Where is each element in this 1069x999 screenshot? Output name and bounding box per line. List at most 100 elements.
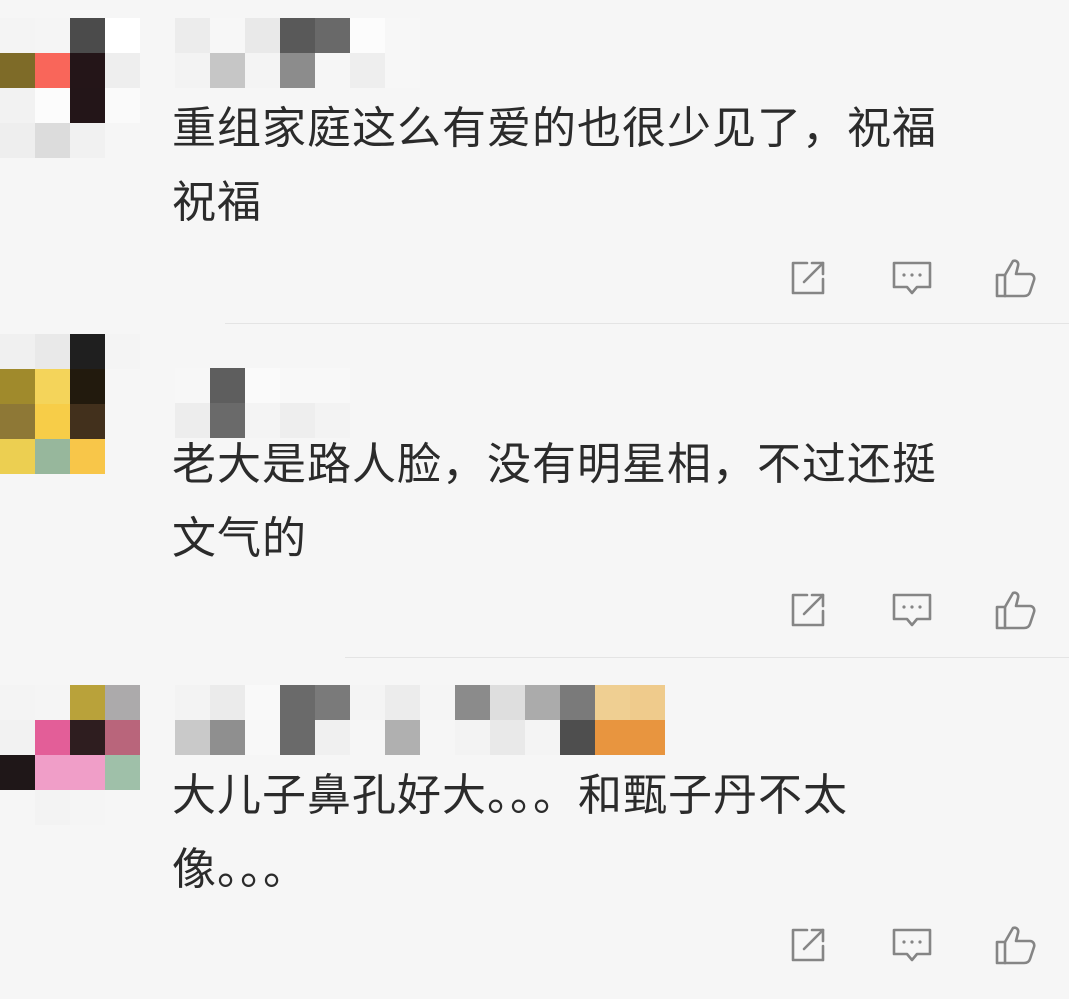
mosaic-cell: [70, 53, 105, 88]
mosaic-cell: [245, 18, 280, 53]
mosaic-cell: [245, 53, 280, 88]
comment-text-line-1: 重组家庭这么有爱的也很少见了，祝福: [172, 103, 937, 154]
comment-text-line-1: 老大是路人脸，没有明星相，不过还挺: [172, 439, 937, 490]
mosaic-cell: [560, 720, 595, 755]
reply-button[interactable]: [888, 254, 936, 302]
like-button[interactable]: [992, 254, 1040, 302]
mosaic-cell: [175, 53, 210, 88]
mosaic-cell: [525, 720, 560, 755]
mosaic-cell: [105, 123, 140, 158]
mosaic-cell: [280, 368, 315, 403]
mosaic-cell: [105, 720, 140, 755]
mosaic-cell: [560, 685, 595, 720]
mosaic-cell: [420, 685, 455, 720]
mosaic-cell: [0, 53, 35, 88]
mosaic-cell: [0, 439, 35, 474]
mosaic-cell: [70, 404, 105, 439]
mosaic-cell: [280, 18, 315, 53]
share-icon: [791, 261, 825, 295]
mosaic-cell: [35, 334, 70, 369]
mosaic-cell: [105, 334, 140, 369]
reply-icon: [892, 593, 932, 627]
mosaic-cell: [70, 755, 105, 790]
mosaic-cell: [315, 368, 350, 403]
mosaic-cell: [420, 720, 455, 755]
mosaic-cell: [0, 334, 35, 369]
comment-text: 大儿子鼻孔好大。。。和甄子丹不太 像。。。: [172, 759, 1052, 907]
mosaic-cell: [70, 790, 105, 825]
mosaic-cell: [210, 53, 245, 88]
mosaic-cell: [0, 790, 35, 825]
mosaic-cell: [385, 53, 420, 88]
mosaic-cell: [210, 18, 245, 53]
share-icon: [791, 593, 825, 627]
reply-button[interactable]: [888, 586, 936, 634]
mosaic-cell: [70, 88, 105, 123]
mosaic-cell: [35, 53, 70, 88]
mosaic-cell: [0, 685, 35, 720]
mosaic-cell: [350, 53, 385, 88]
mosaic-cell: [280, 685, 315, 720]
mosaic-cell: [490, 720, 525, 755]
thumbs-up-icon: [995, 259, 1036, 298]
comment-item: 重组家庭这么有爱的也很少见了，祝福 祝福: [0, 0, 1069, 325]
mosaic-cell: [105, 53, 140, 88]
share-icon: [791, 928, 825, 962]
divider: [345, 657, 1069, 658]
reply-button[interactable]: [888, 921, 936, 969]
like-button[interactable]: [992, 921, 1040, 969]
comment-text-line-2: 像。。。: [172, 844, 308, 895]
comment-feed: 重组家庭这么有爱的也很少见了，祝福 祝福 老大是路人脸，没有明星相，不过还挺 文…: [0, 0, 1069, 999]
mosaic-cell: [630, 685, 665, 720]
thumbs-up-icon: [995, 926, 1036, 965]
mosaic-cell: [105, 685, 140, 720]
share-button[interactable]: [784, 921, 832, 969]
username[interactable]: [175, 685, 665, 755]
mosaic-cell: [35, 404, 70, 439]
mosaic-cell: [0, 720, 35, 755]
mosaic-cell: [70, 18, 105, 53]
username[interactable]: [175, 18, 420, 88]
mosaic-cell: [245, 685, 280, 720]
mosaic-cell: [0, 18, 35, 53]
mosaic-cell: [70, 123, 105, 158]
mosaic-cell: [385, 720, 420, 755]
mosaic-cell: [35, 18, 70, 53]
mosaic-cell: [175, 685, 210, 720]
share-button[interactable]: [784, 254, 832, 302]
reply-icon: [892, 928, 932, 962]
mosaic-cell: [0, 755, 35, 790]
mosaic-cell: [210, 685, 245, 720]
mosaic-cell: [70, 685, 105, 720]
mosaic-cell: [0, 88, 35, 123]
mosaic-cell: [455, 720, 490, 755]
mosaic-cell: [70, 439, 105, 474]
mosaic-cell: [35, 790, 70, 825]
comment-text: 重组家庭这么有爱的也很少见了，祝福 祝福: [172, 92, 1052, 240]
mosaic-cell: [245, 368, 280, 403]
mosaic-cell: [0, 404, 35, 439]
mosaic-cell: [105, 790, 140, 825]
mosaic-cell: [35, 685, 70, 720]
avatar[interactable]: [0, 334, 140, 474]
divider: [225, 323, 1069, 324]
mosaic-cell: [105, 755, 140, 790]
comment-text-line-2: 文气的: [172, 513, 307, 564]
avatar[interactable]: [0, 685, 140, 825]
mosaic-cell: [315, 53, 350, 88]
mosaic-cell: [315, 720, 350, 755]
like-button[interactable]: [992, 586, 1040, 634]
mosaic-cell: [105, 18, 140, 53]
mosaic-cell: [385, 685, 420, 720]
mosaic-cell: [210, 368, 245, 403]
share-button[interactable]: [784, 586, 832, 634]
mosaic-cell: [105, 404, 140, 439]
mosaic-cell: [35, 755, 70, 790]
mosaic-cell: [455, 685, 490, 720]
mosaic-cell: [350, 18, 385, 53]
mosaic-cell: [385, 18, 420, 53]
mosaic-cell: [315, 685, 350, 720]
comment-item: 老大是路人脸，没有明星相，不过还挺 文气的: [0, 326, 1069, 658]
avatar[interactable]: [0, 18, 140, 158]
comment-text: 老大是路人脸，没有明星相，不过还挺 文气的: [172, 428, 1052, 576]
